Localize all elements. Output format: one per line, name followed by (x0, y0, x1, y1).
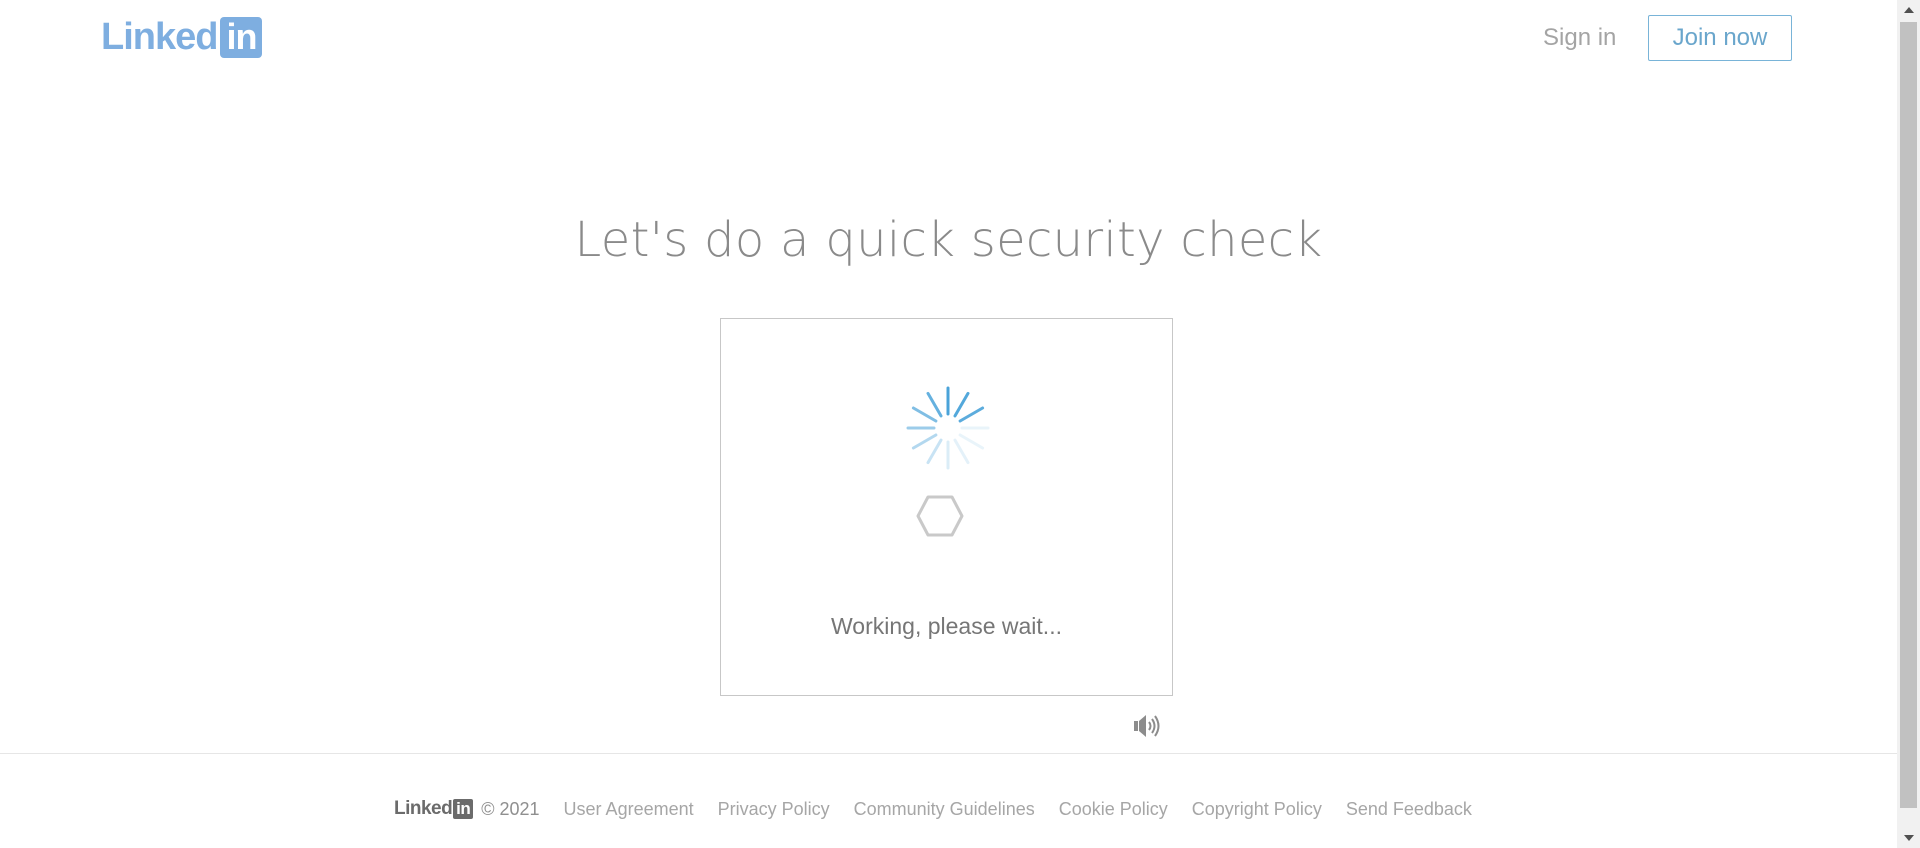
join-now-button[interactable]: Join now (1648, 15, 1792, 61)
footer-link-send-feedback[interactable]: Send Feedback (1346, 799, 1472, 820)
linkedin-logo[interactable]: Linked in (101, 15, 263, 58)
vertical-scrollbar[interactable] (1897, 0, 1920, 848)
copyright-text: © 2021 (481, 798, 540, 819)
footer-logo-text: Linked (394, 798, 453, 819)
footer-link-privacy-policy[interactable]: Privacy Policy (718, 799, 830, 820)
hexagon-icon (916, 495, 964, 542)
page-title: Let's do a quick security check (574, 212, 1323, 268)
sign-in-link[interactable]: Sign in (1543, 24, 1616, 52)
footer: Linked in © 2021 User Agreement Privacy P… (394, 798, 1472, 820)
captcha-challenge-frame: Working, please wait... (720, 318, 1173, 696)
footer-link-copyright-policy[interactable]: Copyright Policy (1192, 799, 1322, 820)
footer-link-cookie-policy[interactable]: Cookie Policy (1059, 799, 1168, 820)
security-check-page: Linked in Sign in Join now Let's do a qui… (0, 0, 1897, 848)
footer-link-user-agreement[interactable]: User Agreement (564, 799, 694, 820)
footer-divider (0, 753, 1897, 754)
footer-logo-in-box: in (453, 799, 474, 819)
speaker-icon[interactable] (1133, 713, 1163, 744)
scroll-up-arrow-icon[interactable] (1897, 0, 1920, 20)
status-text: Working, please wait... (831, 613, 1062, 639)
footer-linkedin-logo[interactable]: Linked in (394, 798, 474, 820)
scrollbar-thumb[interactable] (1900, 22, 1917, 808)
logo-in-box: in (220, 16, 263, 58)
footer-link-community-guidelines[interactable]: Community Guidelines (854, 799, 1035, 820)
loading-spinner-icon (904, 384, 992, 477)
logo-text: Linked (101, 15, 218, 58)
scroll-down-arrow-icon[interactable] (1897, 828, 1920, 848)
